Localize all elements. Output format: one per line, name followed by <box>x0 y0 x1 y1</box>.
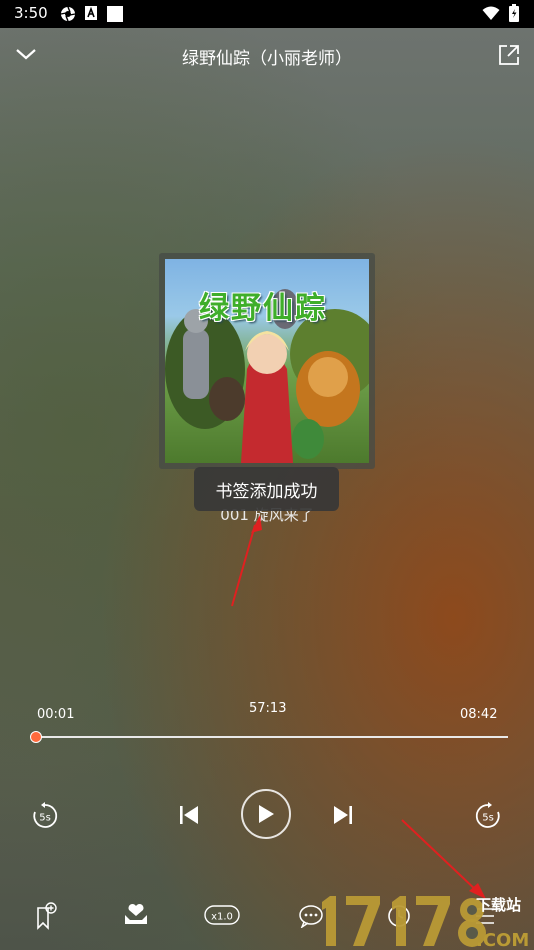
watermark-number <box>322 896 486 947</box>
watermark-domain-text: .COM <box>476 930 529 950</box>
skip-back-5s-button[interactable]: 5s <box>28 799 62 833</box>
heart-box-icon <box>125 903 147 924</box>
total-duration: 08:42 <box>460 707 498 722</box>
bookmark-add-icon <box>37 902 57 930</box>
skip-next-icon <box>334 806 352 824</box>
progress-thumb[interactable] <box>30 731 42 743</box>
sleep-countdown: 57:13 <box>249 701 287 716</box>
elapsed-time: 00:01 <box>37 707 75 722</box>
skip-previous-icon <box>180 806 198 824</box>
speed-pill-icon: x1.0 <box>204 905 240 925</box>
favorite-button[interactable] <box>119 900 153 930</box>
annotation-arrow-toast <box>231 515 262 607</box>
play-icon <box>259 805 274 823</box>
skip-forward-5s-button[interactable]: 5s <box>471 799 505 833</box>
skip-back-label: 5s <box>39 813 51 824</box>
skip-forward-label: 5s <box>482 813 494 824</box>
forward-5s-icon: 5s <box>475 802 500 828</box>
play-button[interactable] <box>241 789 291 839</box>
add-bookmark-button[interactable] <box>30 900 62 932</box>
previous-track-button[interactable] <box>175 801 203 829</box>
site-watermark: 下载站 .COM <box>322 896 529 950</box>
progress-track[interactable] <box>36 736 508 738</box>
speed-label: x1.0 <box>211 912 233 923</box>
next-track-button[interactable] <box>329 801 357 829</box>
playback-speed-button[interactable]: x1.0 <box>204 902 240 928</box>
watermark-site-text: 下载站 <box>476 896 521 914</box>
rewind-5s-icon: 5s <box>33 802 58 828</box>
